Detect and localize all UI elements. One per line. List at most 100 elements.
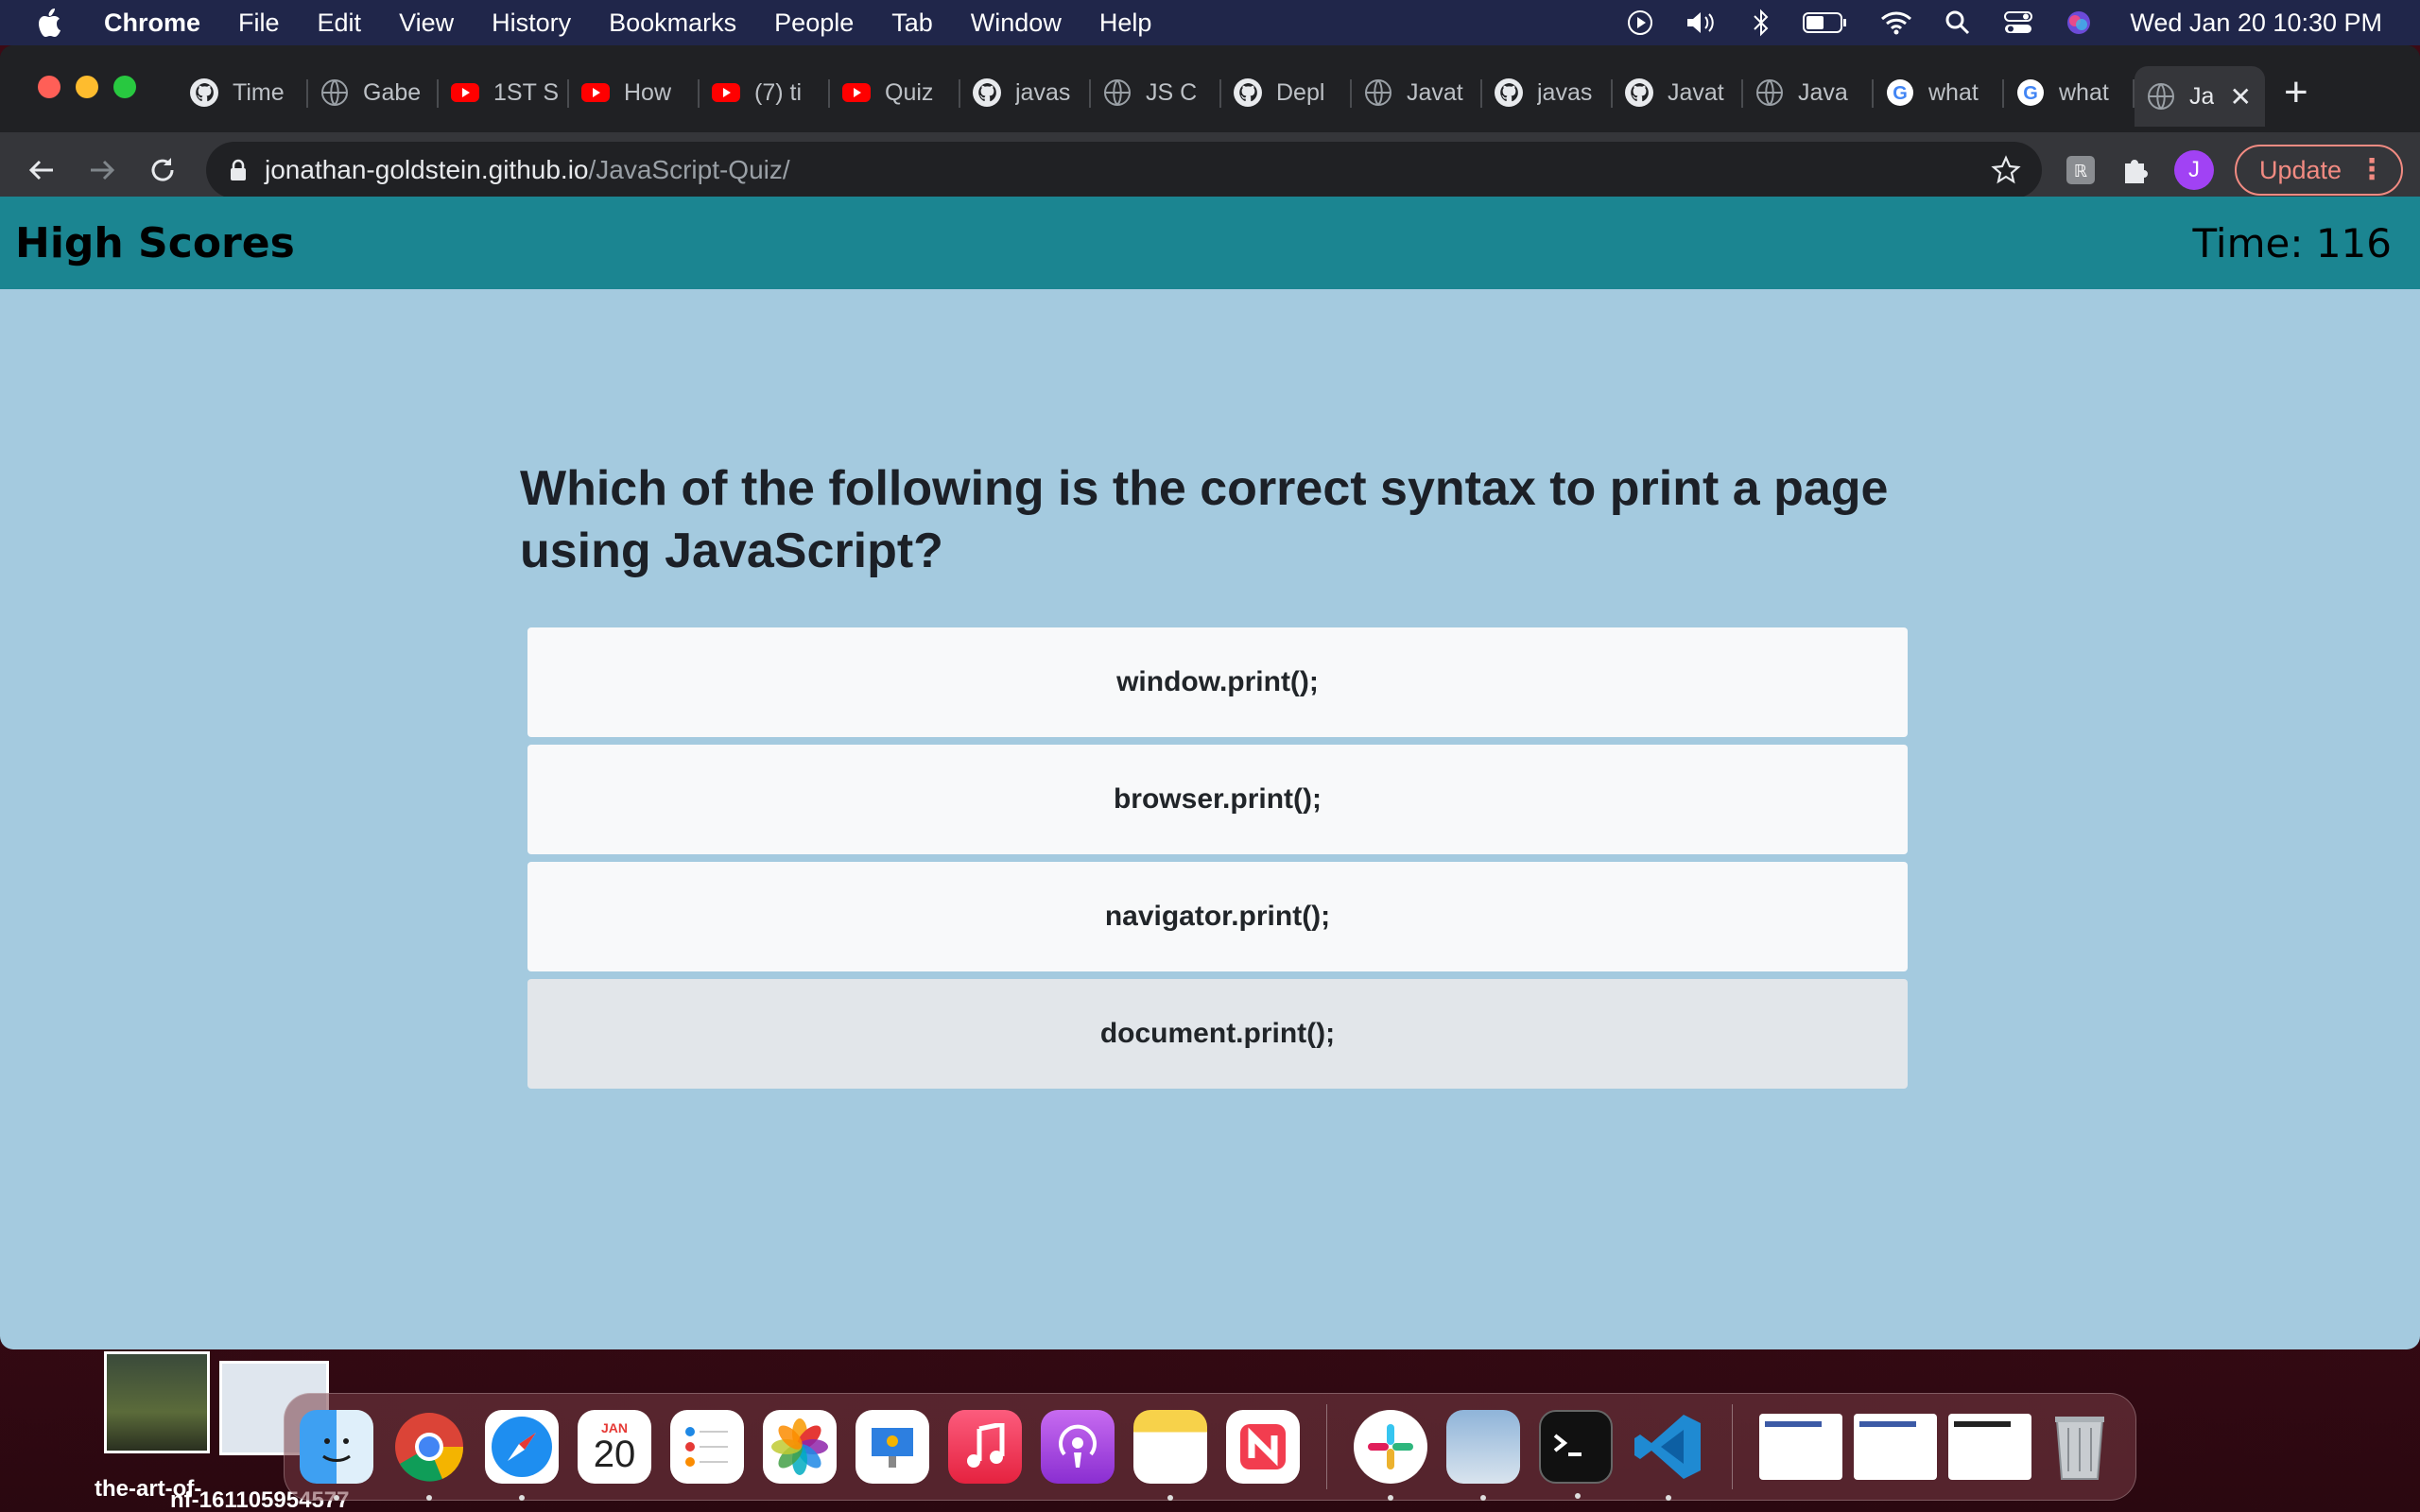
tab-5[interactable]: (7) ti [700,66,830,119]
quiz-timer: Time: 116 [2192,219,2392,266]
github-icon [189,77,219,108]
terminal-icon[interactable] [1539,1410,1613,1499]
menu-edit[interactable]: Edit [318,9,362,38]
wifi-icon[interactable] [1880,10,1912,35]
tab-label: Javat [1668,78,1724,106]
tab-16[interactable]: Ja ✕ [2135,66,2265,127]
menu-file[interactable]: File [238,9,280,38]
minimized-window-1[interactable] [1759,1414,1842,1480]
profile-avatar[interactable]: J [2174,150,2214,190]
google-icon: G [2015,77,2046,108]
tab-1[interactable]: Time [178,66,308,119]
tab-label: Quiz [885,78,934,106]
url-path: /JavaScript-Quiz/ [588,155,790,184]
vscode-icon[interactable] [1632,1410,1705,1501]
menu-view[interactable]: View [399,9,454,38]
menu-bookmarks[interactable]: Bookmarks [609,9,736,38]
back-button[interactable] [23,151,60,189]
tab-label: Ja [2189,82,2215,110]
tab-label: what [2059,78,2109,106]
tab-11[interactable]: javas [1482,66,1613,119]
menu-window[interactable]: Window [971,9,1062,38]
control-center-icon[interactable] [2003,9,2033,36]
svg-text:ℝ: ℝ [2074,162,2087,181]
news-icon[interactable] [1226,1410,1300,1484]
trash-icon[interactable] [2043,1410,2117,1484]
extensions-puzzle-icon[interactable] [2119,154,2152,186]
answer-button-2[interactable]: browser.print(); [527,745,1908,854]
tab-label: Javat [1407,78,1463,106]
menu-clock[interactable]: Wed Jan 20 10:30 PM [2130,9,2382,38]
music-icon[interactable] [948,1410,1022,1484]
chrome-app-icon[interactable] [392,1410,466,1501]
tab-9[interactable]: Depl [1221,66,1352,119]
update-button[interactable]: Update ⋮ [2235,145,2403,196]
tab-label: Time [233,78,285,106]
apple-icon[interactable] [38,8,76,38]
calendar-icon[interactable]: JAN 20 [578,1410,651,1484]
answer-list: window.print(); browser.print(); navigat… [527,627,1908,1096]
calendar-day: 20 [593,1434,636,1475]
tab-8[interactable]: JS C [1091,66,1221,119]
finder-icon[interactable] [300,1410,373,1501]
menu-people[interactable]: People [774,9,854,38]
minimized-window-3[interactable] [1948,1414,2031,1480]
menu-tab[interactable]: Tab [891,9,933,38]
tab-3[interactable]: 1ST S [439,66,569,119]
tab-10[interactable]: Javat [1352,66,1482,119]
dock-separator [1732,1404,1733,1489]
github-icon [1624,77,1654,108]
menu-help[interactable]: Help [1099,9,1152,38]
preview-icon[interactable] [1446,1410,1520,1501]
reminders-icon[interactable] [670,1410,744,1484]
tab-7[interactable]: javas [960,66,1091,119]
tab-label: JS C [1146,78,1198,106]
battery-icon[interactable] [1803,11,1848,34]
lock-icon[interactable] [229,159,248,181]
photos-icon[interactable] [763,1410,837,1484]
extension-icon[interactable]: ℝ [2065,154,2097,186]
macos-dock: JAN 20 [284,1393,2136,1501]
dock-separator [1326,1404,1327,1489]
menu-history[interactable]: History [492,9,571,38]
high-scores-link[interactable]: High Scores [15,219,295,267]
minimize-window-button[interactable] [76,76,98,98]
address-bar[interactable]: jonathan-goldstein.github.io/JavaScript-… [206,142,2042,198]
slack-icon[interactable] [1354,1410,1427,1501]
new-tab-button[interactable]: + [2284,69,2308,116]
volume-icon[interactable] [1685,9,1720,36]
answer-button-4[interactable]: document.print(); [527,979,1908,1089]
tab-13[interactable]: Java [1743,66,1874,119]
tab-list: Time Gabe 1ST S How (7) ti Quiz javas JS C Depl J… [178,66,2308,127]
tab-2[interactable]: Gabe [308,66,439,119]
close-window-button[interactable] [38,76,60,98]
podcasts-icon[interactable] [1041,1410,1115,1484]
tab-label: what [1928,78,1979,106]
close-tab-icon[interactable]: ✕ [2230,81,2252,112]
tab-14[interactable]: Gwhat [1874,66,2004,119]
spotlight-search-icon[interactable] [1945,9,1971,36]
answer-button-1[interactable]: window.print(); [527,627,1908,737]
youtube-icon [580,77,611,108]
notes-icon[interactable] [1133,1410,1207,1501]
reload-button[interactable] [144,151,182,189]
bookmark-star-icon[interactable] [1991,155,2021,185]
menu-app-name[interactable]: Chrome [104,9,200,38]
answer-button-3[interactable]: navigator.print(); [527,862,1908,971]
play-icon[interactable] [1627,9,1653,36]
kebab-menu-icon[interactable]: ⋮ [2358,156,2386,184]
zoom-window-button[interactable] [113,76,136,98]
tab-6[interactable]: Quiz [830,66,960,119]
tab-label: javas [1537,78,1593,106]
forward-button[interactable] [83,151,121,189]
bluetooth-icon[interactable] [1752,9,1771,37]
running-indicator [1575,1493,1581,1499]
siri-icon[interactable] [2066,9,2092,36]
minimized-window-2[interactable] [1854,1414,1937,1480]
tab-4[interactable]: How [569,66,700,119]
tab-12[interactable]: Javat [1613,66,1743,119]
keynote-icon[interactable] [856,1410,929,1484]
tab-15[interactable]: Gwhat [2004,66,2135,119]
safari-icon[interactable] [485,1410,559,1501]
desktop-file-painting[interactable] [104,1351,210,1453]
